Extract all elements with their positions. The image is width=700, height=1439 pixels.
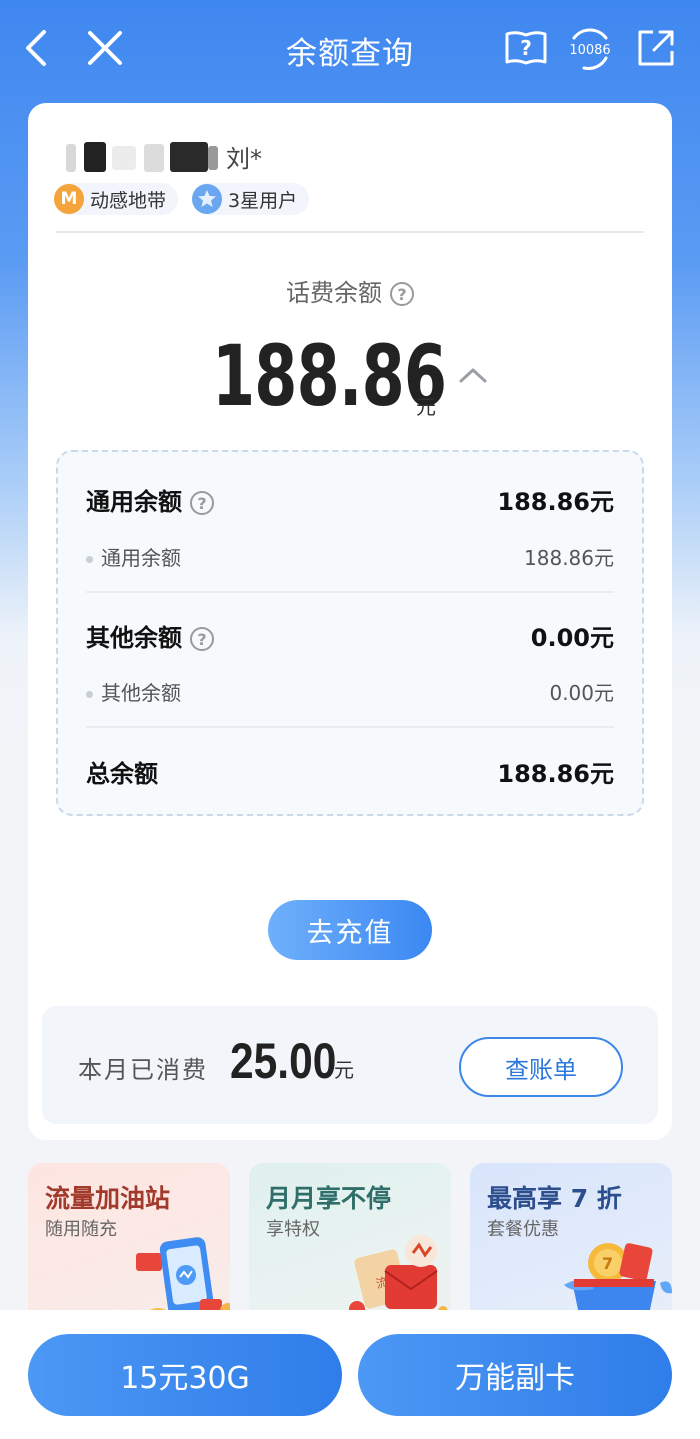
bullet-dot [86, 556, 93, 563]
divider [56, 231, 644, 233]
general-sub-label: 通用余额 [101, 546, 181, 570]
package-15yuan-30g-button[interactable]: 15元30G [28, 1334, 342, 1416]
other-balance-title: 其他余额 [86, 624, 182, 652]
spending-label: 本月已消费 [78, 1056, 208, 1084]
star-level-label: 3星用户 [228, 189, 298, 212]
divider [86, 726, 614, 728]
help-icon[interactable]: ? [390, 282, 414, 306]
general-sub-value: 188.86元 [524, 546, 614, 570]
spending-unit: 元 [334, 1058, 354, 1082]
spending-amount: 25.00 [230, 1033, 337, 1089]
balance-unit: 元 [416, 395, 436, 419]
hotline-icon[interactable]: 10086 [566, 24, 614, 72]
other-sub-label: 其他余额 [101, 681, 181, 705]
star-icon [192, 184, 222, 214]
other-sub-value: 0.00元 [549, 681, 614, 705]
help-book-icon[interactable]: ? [504, 28, 548, 68]
view-bill-button[interactable]: 查账单 [459, 1037, 623, 1097]
svg-text:?: ? [520, 36, 532, 60]
general-balance-row: 通用余额? 188.86元 [86, 482, 614, 517]
help-icon[interactable]: ? [190, 627, 214, 651]
balance-amount: 188.86 [212, 327, 447, 425]
help-icon[interactable]: ? [190, 491, 214, 515]
bullet-dot [86, 691, 93, 698]
total-balance-title: 总余额 [86, 760, 158, 788]
promo-subtitle: 套餐优惠 [487, 1219, 559, 1240]
general-balance-sub-row: 通用余额 188.86元 [86, 542, 614, 571]
masked-username [66, 140, 218, 174]
user-surname: 刘* [226, 145, 262, 173]
gift-envelope-icon: 流量 [345, 1225, 451, 1323]
bottom-action-bar: 15元30G 万能副卡 [0, 1310, 700, 1439]
chevron-up-icon[interactable] [458, 365, 488, 389]
promo-title: 流量加油站 [45, 1184, 171, 1213]
m-logo-icon: M [54, 184, 84, 214]
total-balance-row: 总余额 188.86元 [86, 754, 614, 789]
general-balance-value: 188.86元 [497, 488, 614, 516]
divider [86, 591, 614, 593]
brand-badge: M 动感地带 [54, 183, 179, 215]
promo-card-plan-discount[interactable]: 最高享 7 折 套餐优惠 7 [470, 1163, 672, 1323]
promo-card-monthly-perks[interactable]: 月月享不停 享特权 流量 [249, 1163, 451, 1323]
other-balance-row: 其他余额? 0.00元 [86, 618, 614, 653]
recharge-button[interactable]: 去充值 [268, 900, 432, 960]
balance-label-row: 话费余额? [28, 273, 672, 308]
promo-card-data-top-up[interactable]: 流量加油站 随用随充 [28, 1163, 230, 1323]
general-balance-title: 通用余额 [86, 488, 182, 516]
top-bar: 余额查询 ? 10086 [0, 0, 700, 100]
promo-title: 月月享不停 [266, 1184, 392, 1213]
total-balance-value: 188.86元 [497, 760, 614, 788]
promo-subtitle: 随用随充 [45, 1219, 117, 1240]
promo-title: 最高享 7 折 [487, 1184, 622, 1213]
balance-details: 通用余额? 188.86元 通用余额 188.86元 其他余额? 0.00元 其… [56, 450, 644, 816]
star-level-badge: 3星用户 [192, 183, 310, 215]
svg-text:10086: 10086 [569, 43, 610, 58]
monthly-spending: 本月已消费 25.00 元 查账单 [42, 1006, 658, 1124]
universal-sub-card-button[interactable]: 万能副卡 [358, 1334, 672, 1416]
other-balance-sub-row: 其他余额 0.00元 [86, 677, 614, 706]
balance-label: 话费余额 [286, 279, 382, 307]
brand-badge-label: 动感地带 [90, 189, 167, 212]
share-icon[interactable] [636, 28, 676, 68]
svg-text:7: 7 [602, 1254, 613, 1273]
promo-subtitle: 享特权 [266, 1219, 320, 1240]
other-balance-value: 0.00元 [530, 624, 614, 652]
balance-card: 刘* M 动感地带 3星用户 话费余额? 188.86 元 通用余额? 188.… [28, 103, 672, 1140]
